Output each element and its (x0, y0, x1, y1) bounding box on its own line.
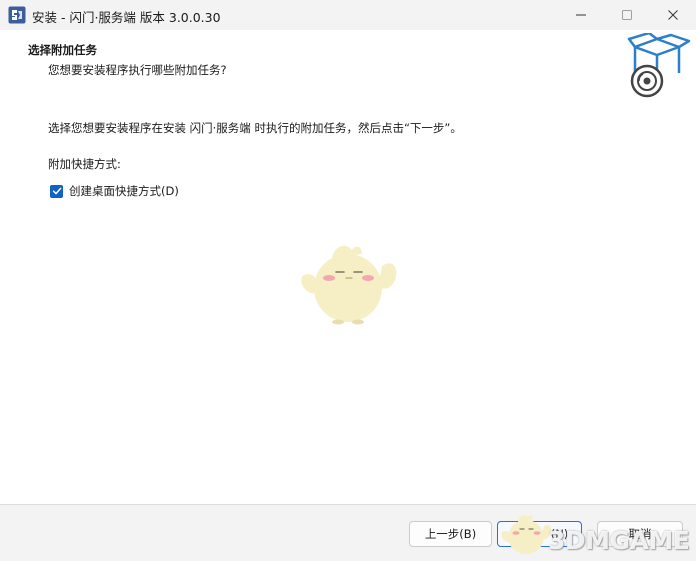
installer-window: 安装 - 闪门·服务端 版本 3.0.0.30 选择附加任务 您想要安装程序执行… (0, 0, 696, 561)
desktop-shortcut-label: 创建桌面快捷方式(D) (69, 184, 179, 198)
close-icon (668, 10, 678, 20)
desktop-shortcut-option[interactable]: 创建桌面快捷方式(D) (50, 182, 179, 200)
minimize-button[interactable] (558, 0, 604, 30)
page-title: 选择附加任务 (28, 43, 97, 57)
minimize-icon (576, 14, 586, 16)
instruction-text: 选择您想要安装程序在安装 闪门·服务端 时执行的附加任务，然后点击“下一步”。 (48, 121, 462, 135)
box-disc-icon (627, 33, 691, 98)
maximize-button[interactable] (604, 0, 650, 30)
desktop-shortcut-checkbox[interactable] (50, 184, 63, 198)
watermark-mascot-image (501, 514, 552, 554)
close-button[interactable] (650, 0, 696, 30)
shortcut-group-label: 附加快捷方式: (48, 157, 121, 171)
window-title: 安装 - 闪门·服务端 版本 3.0.0.30 (32, 10, 221, 25)
back-button[interactable]: 上一步(B) (409, 521, 492, 547)
watermark-text: 3DMGAME (548, 526, 690, 555)
installer-app-icon (8, 6, 26, 24)
page-subtitle: 您想要安装程序执行哪些附加任务? (48, 63, 227, 77)
mascot-image (301, 245, 397, 325)
wizard-header: 选择附加任务 您想要安装程序执行哪些附加任务? (0, 30, 696, 100)
title-bar[interactable]: 安装 - 闪门·服务端 版本 3.0.0.30 (0, 0, 696, 30)
checkmark-icon (52, 187, 61, 195)
maximize-icon (622, 10, 632, 20)
wizard-body: 选择您想要安装程序在安装 闪门·服务端 时执行的附加任务，然后点击“下一步”。 … (0, 100, 696, 504)
